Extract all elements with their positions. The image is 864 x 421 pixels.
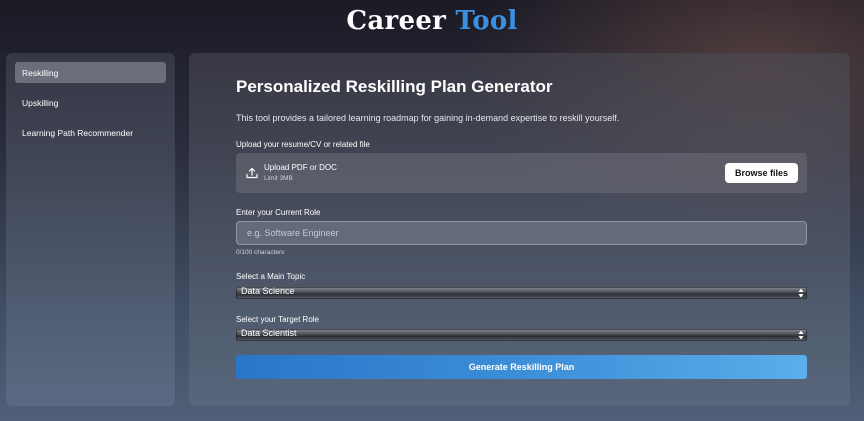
browse-files-button[interactable]: Browse files — [725, 163, 798, 183]
sidebar-item-label: Upskilling — [22, 97, 59, 108]
current-role-input[interactable] — [236, 221, 807, 245]
generate-plan-button[interactable]: Generate Reskilling Plan — [236, 355, 807, 379]
sidebar-item-label: Reskilling — [22, 67, 59, 78]
page-description: This tool provides a tailored learning r… — [236, 113, 620, 123]
sidebar-item-learning-path-recommender[interactable]: Learning Path Recommender — [15, 122, 166, 143]
app-title-part2: Tool — [455, 6, 518, 36]
sidebar-item-upskilling[interactable]: Upskilling — [15, 92, 166, 113]
app-title-part1: Career — [346, 6, 447, 36]
main-topic-label: Select a Main Topic — [236, 272, 306, 281]
file-dropzone[interactable]: Upload PDF or DOC Limit 3MB Browse files — [236, 153, 807, 193]
page-title: Personalized Reskilling Plan Generator — [236, 77, 553, 96]
app-title: Career Tool — [0, 6, 864, 36]
sidebar-item-label: Learning Path Recommender — [22, 127, 134, 138]
upload-icon — [246, 167, 258, 179]
main-topic-value: Data Science — [241, 286, 295, 296]
upload-label: Upload your resume/CV or related file — [236, 140, 370, 149]
main-topic-select[interactable]: Data Science — [236, 286, 807, 299]
current-role-label: Enter your Current Role — [236, 208, 321, 217]
select-arrows-icon — [798, 288, 804, 298]
dropzone-limit: Limit 3MB — [264, 175, 293, 182]
select-arrows-icon — [798, 330, 804, 340]
target-role-value: Data Scientist — [241, 328, 297, 338]
main-panel: Personalized Reskilling Plan Generator T… — [189, 53, 850, 406]
sidebar-item-reskilling[interactable]: Reskilling — [15, 62, 166, 83]
sidebar: Reskilling Upskilling Learning Path Reco… — [6, 53, 175, 406]
target-role-label: Select your Target Role — [236, 315, 320, 324]
target-role-select[interactable]: Data Scientist — [236, 328, 807, 341]
char-count: 0/100 characters — [236, 249, 285, 256]
dropzone-text: Upload PDF or DOC — [264, 163, 337, 172]
